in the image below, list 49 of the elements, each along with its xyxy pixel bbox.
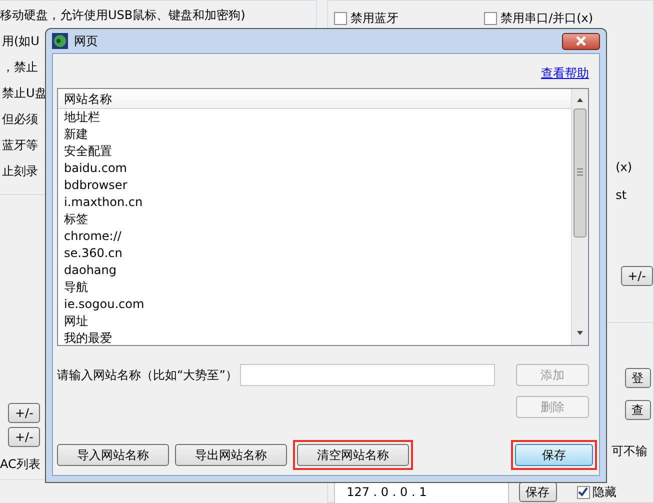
footer-button[interactable]: 导入网站名称 <box>57 444 169 466</box>
help-link[interactable]: 查看帮助 <box>541 64 589 82</box>
list-item[interactable]: 标签 <box>58 211 571 228</box>
app-icon <box>52 33 68 49</box>
background-text: (x) <box>616 160 632 174</box>
background-text: 可不输 <box>612 444 648 458</box>
login-button[interactable]: 登 <box>624 368 651 388</box>
save-button[interactable]: 保存 <box>515 444 593 466</box>
plus-minus-button[interactable]: +/- <box>620 266 653 286</box>
list-item[interactable]: chrome:// <box>58 228 571 245</box>
close-button[interactable] <box>562 32 600 50</box>
background-text: 禁止U盘 <box>1 85 47 102</box>
checkbox[interactable] <box>576 486 590 498</box>
background-text: 止刻录 <box>1 163 38 180</box>
background-text: 蓝牙等 <box>1 137 38 154</box>
footer-button[interactable]: 清空网站名称 <box>297 444 409 466</box>
input-label: 请输入网站名称（比如“大势至”） <box>57 367 238 384</box>
checkbox-label: 禁用串口/并口(x) <box>500 10 594 27</box>
list-item[interactable]: baidu.com <box>58 160 571 177</box>
list-item[interactable]: 安全配置 <box>58 143 571 160</box>
footer-button[interactable]: 导出网站名称 <box>175 444 287 466</box>
query-button[interactable]: 查 <box>624 400 651 420</box>
list-item[interactable]: se.360.cn <box>58 245 571 262</box>
list-item[interactable]: 我的最爱 <box>58 330 571 345</box>
close-icon <box>575 36 587 46</box>
plus-minus-button[interactable]: +/- <box>8 427 40 447</box>
checkbox[interactable] <box>334 12 347 24</box>
list-item[interactable]: 网址 <box>58 313 571 330</box>
list-item[interactable]: daohang <box>58 262 571 279</box>
list-item[interactable]: ie.sogou.com <box>58 296 571 313</box>
checkbox-label: 禁用蓝牙 <box>350 10 399 27</box>
window-title: 网页 <box>74 33 98 50</box>
background-text: 移动硬盘，允许使用USB鼠标、键盘和加密狗) <box>0 7 246 24</box>
name-input-field[interactable] <box>240 364 495 386</box>
list-label: AC列表 <box>0 456 40 473</box>
background-text: ，禁止 <box>1 59 38 76</box>
list-item[interactable]: 地址栏 <box>58 109 571 126</box>
list-item[interactable]: 新建 <box>58 126 571 143</box>
list-item[interactable]: bdbrowser <box>58 177 571 194</box>
plus-minus-button[interactable]: +/- <box>8 403 40 423</box>
scrollbar[interactable] <box>571 89 588 345</box>
background-text: 但必须 <box>1 111 38 128</box>
save-button[interactable]: 保存 <box>518 482 557 502</box>
checkbox[interactable] <box>484 12 497 24</box>
list-item[interactable]: i.maxthon.cn <box>58 194 571 211</box>
background-text: 用(如U <box>1 33 40 50</box>
checkbox-label: 隐藏 <box>592 484 617 501</box>
background-text: st <box>616 188 627 202</box>
list-item[interactable]: 导航 <box>58 279 571 296</box>
